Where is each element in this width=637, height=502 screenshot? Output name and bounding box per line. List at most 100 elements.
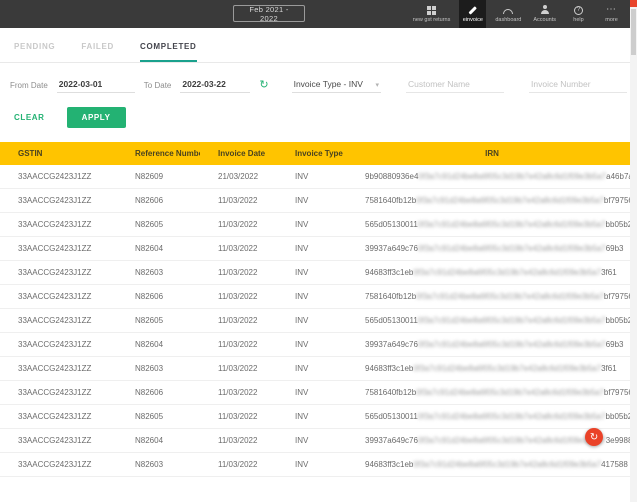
gstin-cell: 33AACCG2423J1ZZ [0,357,117,381]
refresh-dates-icon[interactable]: ↻ [259,80,268,93]
type-cell: INV [277,453,347,477]
date-cell: 21/03/2022 [200,165,277,189]
table-row: 33AACCG2423J1ZZN8260611/03/2022INV758164… [0,285,637,309]
customer-name-input[interactable] [406,79,504,93]
reference-cell: N82604 [117,429,200,453]
table-row: 33AACCG2423J1ZZN8260311/03/2022INV94683f… [0,261,637,285]
table-row: 33AACCG2423J1ZZN8260411/03/2022INV39937a… [0,237,637,261]
reference-cell: N82605 [117,213,200,237]
top-nav: new gst returns einvoice dashboard Accou… [410,0,625,28]
irn-cell: 94683ff3c1eb0f3a7c91d24be8a6f05c3d19b7e4… [347,357,637,381]
date-cell: 11/03/2022 [200,213,277,237]
nav-item-einvoice[interactable]: einvoice [459,0,486,28]
irn-cell: 94683ff3c1eb0f3a7c91d24be8a6f05c3d19b7e4… [347,453,637,477]
clear-button[interactable]: CLEAR [14,113,45,122]
nav-label: new gst returns [413,17,451,23]
nav-item-dashboard[interactable]: dashboard [492,0,524,28]
to-date-label: To Date [144,81,172,93]
invoice-type-select[interactable]: Invoice Type - INV ▾ [292,79,381,93]
date-cell: 11/03/2022 [200,429,277,453]
reference-cell: N82606 [117,285,200,309]
reference-cell: N82604 [117,237,200,261]
column-header: IRN [347,142,637,165]
to-date-input[interactable] [180,79,250,93]
gstin-cell: 33AACCG2423J1ZZ [0,261,117,285]
type-cell: INV [277,285,347,309]
gstin-cell: 33AACCG2423J1ZZ [0,381,117,405]
nav-item-new-gst-returns[interactable]: new gst returns [410,0,454,28]
date-cell: 11/03/2022 [200,333,277,357]
reference-cell: N82603 [117,453,200,477]
reference-cell: N82603 [117,357,200,381]
type-cell: INV [277,357,347,381]
from-date-label: From Date [10,81,48,93]
table-row: 33AACCG2423J1ZZN8260511/03/2022INV565d05… [0,405,637,429]
table-row: 33AACCG2423J1ZZN8260611/03/2022INV758164… [0,189,637,213]
gstin-cell: 33AACCG2423J1ZZ [0,333,117,357]
tab-failed[interactable]: FAILED [81,42,114,62]
reference-cell: N82606 [117,381,200,405]
gstin-cell: 33AACCG2423J1ZZ [0,213,117,237]
gstin-cell: 33AACCG2423J1ZZ [0,285,117,309]
irn-cell: 7581640fb12b0f3a7c91d24be8a6f05c3d19b7e4… [347,381,637,405]
reference-cell: N82606 [117,189,200,213]
reference-cell: N82603 [117,261,200,285]
table-row: 33AACCG2423J1ZZN8260411/03/2022INV39937a… [0,429,637,453]
help-icon: ? [574,5,583,15]
tab-completed[interactable]: COMPLETED [140,42,197,62]
nav-label: Accounts [533,17,556,23]
irn-cell: 7581640fb12b0f3a7c91d24be8a6f05c3d19b7e4… [347,285,637,309]
invoice-number-input[interactable] [529,79,627,93]
pencil-icon [468,5,478,15]
irn-cell: 7581640fb12b0f3a7c91d24be8a6f05c3d19b7e4… [347,189,637,213]
date-cell: 11/03/2022 [200,189,277,213]
tab-pending[interactable]: PENDING [14,42,55,62]
type-cell: INV [277,165,347,189]
period-selector-button[interactable]: Feb 2021 - 2022 [233,5,305,22]
type-cell: INV [277,309,347,333]
grid-icon [427,5,436,15]
table-row: 33AACCG2423J1ZZN8260611/03/2022INV758164… [0,381,637,405]
gstin-cell: 33AACCG2423J1ZZ [0,429,117,453]
type-cell: INV [277,237,347,261]
table-header-row: GSTINReference NumberInvoice DateInvoice… [0,142,637,165]
apply-button[interactable]: APPLY [67,107,126,128]
nav-label: help [573,17,583,23]
reference-cell: N82604 [117,333,200,357]
top-bar: Feb 2021 - 2022 new gst returns einvoice… [0,0,637,28]
type-cell: INV [277,213,347,237]
date-cell: 11/03/2022 [200,357,277,381]
gstin-cell: 33AACCG2423J1ZZ [0,165,117,189]
invoice-type-value: Invoice Type - INV [294,79,363,89]
gstin-cell: 33AACCG2423J1ZZ [0,309,117,333]
date-cell: 11/03/2022 [200,237,277,261]
nav-item-more[interactable]: ⋯ more [598,0,625,28]
table-row: 33AACCG2423J1ZZN8260511/03/2022INV565d05… [0,309,637,333]
status-tabs: PENDING FAILED COMPLETED [0,28,637,63]
from-date-input[interactable] [57,79,135,93]
invoice-table-body: 33AACCG2423J1ZZN8260921/03/2022INV9b9088… [0,165,637,477]
person-icon [540,5,550,15]
gstin-cell: 33AACCG2423J1ZZ [0,453,117,477]
table-row: 33AACCG2423J1ZZN8260411/03/2022INV39937a… [0,333,637,357]
more-icon: ⋯ [606,5,617,15]
nav-item-accounts[interactable]: Accounts [530,0,559,28]
scrollbar-thumb[interactable] [631,9,636,55]
irn-cell: 39937a649c760f3a7c91d24be8a6f05c3d19b7e4… [347,237,637,261]
gstin-cell: 33AACCG2423J1ZZ [0,237,117,261]
nav-item-help[interactable]: ? help [565,0,592,28]
type-cell: INV [277,333,347,357]
type-cell: INV [277,381,347,405]
column-header: GSTIN [0,142,117,165]
scrollbar[interactable] [630,0,637,502]
type-cell: INV [277,189,347,213]
table-row: 33AACCG2423J1ZZN8260311/03/2022INV94683f… [0,357,637,381]
reference-cell: N82609 [117,165,200,189]
nav-label: more [605,17,618,23]
gstin-cell: 33AACCG2423J1ZZ [0,405,117,429]
date-cell: 11/03/2022 [200,405,277,429]
date-cell: 11/03/2022 [200,285,277,309]
type-cell: INV [277,261,347,285]
refresh-fab[interactable]: ↻ [585,428,603,446]
column-header: Invoice Type [277,142,347,165]
